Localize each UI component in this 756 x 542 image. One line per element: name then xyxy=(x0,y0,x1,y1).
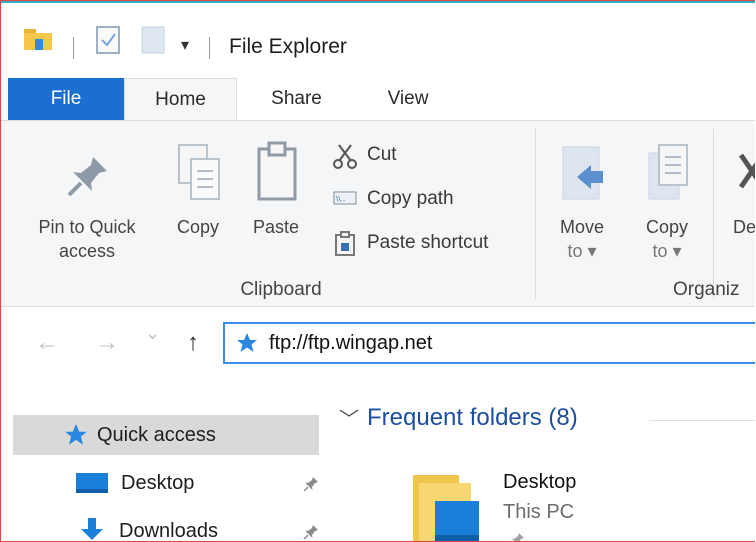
paste-shortcut-button[interactable]: Paste shortcut xyxy=(333,231,489,256)
copy-to-label-line1: Copy xyxy=(645,217,689,237)
address-path: ftp://ftp.wingap.net xyxy=(269,331,433,354)
ribbon-home: Pin to Quick access Copy Paste Cut \\.. … xyxy=(1,120,755,307)
section-divider xyxy=(649,420,755,421)
cut-label: Cut xyxy=(367,144,397,165)
nav-item-label: Quick access xyxy=(97,423,216,446)
pin-label-line1: Pin to Quick xyxy=(38,217,136,237)
delete-label: De xyxy=(733,217,755,237)
paste-shortcut-label: Paste shortcut xyxy=(367,232,489,253)
forward-arrow-icon[interactable]: → xyxy=(95,329,119,357)
customize-dropdown-icon[interactable]: ▾ xyxy=(181,35,189,55)
navigation-pane: Quick access Desktop Downloads xyxy=(1,383,327,542)
title-bar: ▾ File Explorer xyxy=(1,1,755,77)
nav-item-quick-access[interactable]: Quick access xyxy=(13,415,319,455)
delete-button[interactable]: De xyxy=(731,141,755,271)
copy-to-button[interactable]: Copy to ▾ xyxy=(637,141,697,271)
move-to-icon xyxy=(562,146,603,200)
nav-item-label: Downloads xyxy=(119,519,218,542)
delete-icon xyxy=(738,153,755,189)
file-explorer-window: ▾ File Explorer File Home Share View Pin… xyxy=(0,0,755,542)
svg-text:\\..: \\.. xyxy=(336,195,345,203)
pin-icon xyxy=(509,531,525,541)
tab-file[interactable]: File xyxy=(8,78,124,120)
section-title: Frequent folders (8) xyxy=(367,403,578,431)
pin-icon[interactable] xyxy=(303,523,319,541)
folder-name: Desktop xyxy=(503,471,577,493)
pin-label-line2: access xyxy=(58,241,116,261)
desktop-icon xyxy=(75,471,109,495)
new-folder-icon[interactable] xyxy=(141,25,165,55)
nav-item-desktop[interactable]: Desktop xyxy=(13,463,319,503)
window-title: File Explorer xyxy=(229,35,347,58)
folder-icon[interactable] xyxy=(23,25,53,51)
paste-label: Paste xyxy=(252,217,300,237)
pin-icon[interactable] xyxy=(303,475,319,498)
chevron-down-icon: ﹀ xyxy=(339,409,359,431)
organize-group-label: Organiz xyxy=(673,279,740,300)
recent-locations-chevron-icon[interactable]: ⌄ xyxy=(145,323,160,344)
copy-to-label-line2: to ▾ xyxy=(652,241,682,261)
copy-to-icon xyxy=(648,144,688,200)
pin-to-quick-access-button[interactable]: Pin to Quick access xyxy=(17,141,157,271)
tab-share[interactable]: Share xyxy=(249,78,344,120)
back-arrow-icon[interactable]: ← xyxy=(35,329,59,357)
copy-button[interactable]: Copy xyxy=(161,141,235,271)
cut-button[interactable]: Cut xyxy=(333,143,397,169)
move-to-label-line2: to ▾ xyxy=(567,241,597,261)
download-arrow-icon xyxy=(79,518,105,541)
quick-access-star-icon xyxy=(235,331,259,355)
clipboard-group-label: Clipboard xyxy=(240,279,322,300)
quick-access-star-icon xyxy=(63,422,89,448)
content-pane: ﹀ Frequent folders (8) Desktop This PC xyxy=(327,383,755,541)
copy-label: Copy xyxy=(176,217,220,237)
move-to-button[interactable]: Move to ▾ xyxy=(553,141,611,271)
frequent-folders-header[interactable]: ﹀ Frequent folders (8) xyxy=(339,403,578,432)
scissors-icon xyxy=(333,143,357,169)
ribbon-tabs: File Home Share View xyxy=(1,78,755,121)
paste-shortcut-icon xyxy=(333,231,357,256)
folder-location: This PC xyxy=(503,501,575,523)
folder-icon xyxy=(411,471,481,541)
up-arrow-icon[interactable]: ↑ xyxy=(187,329,199,357)
address-bar-row: ← → ⌄ ↑ ftp://ftp.wingap.net xyxy=(1,307,755,383)
tab-home[interactable]: Home xyxy=(124,78,237,121)
nav-item-downloads[interactable]: Downloads xyxy=(13,511,319,542)
tab-view[interactable]: View xyxy=(363,78,453,120)
copy-path-label: Copy path xyxy=(367,188,454,209)
pin-icon xyxy=(67,157,107,197)
properties-icon[interactable] xyxy=(95,25,121,55)
paste-icon xyxy=(257,141,297,201)
copy-path-icon: \\.. xyxy=(333,187,357,211)
copy-path-button[interactable]: \\.. Copy path xyxy=(333,187,454,211)
paste-button[interactable]: Paste xyxy=(241,141,311,271)
address-input[interactable]: ftp://ftp.wingap.net xyxy=(223,322,755,364)
move-to-label-line1: Move xyxy=(559,217,604,237)
copy-icon xyxy=(178,144,220,200)
nav-item-label: Desktop xyxy=(121,471,195,494)
